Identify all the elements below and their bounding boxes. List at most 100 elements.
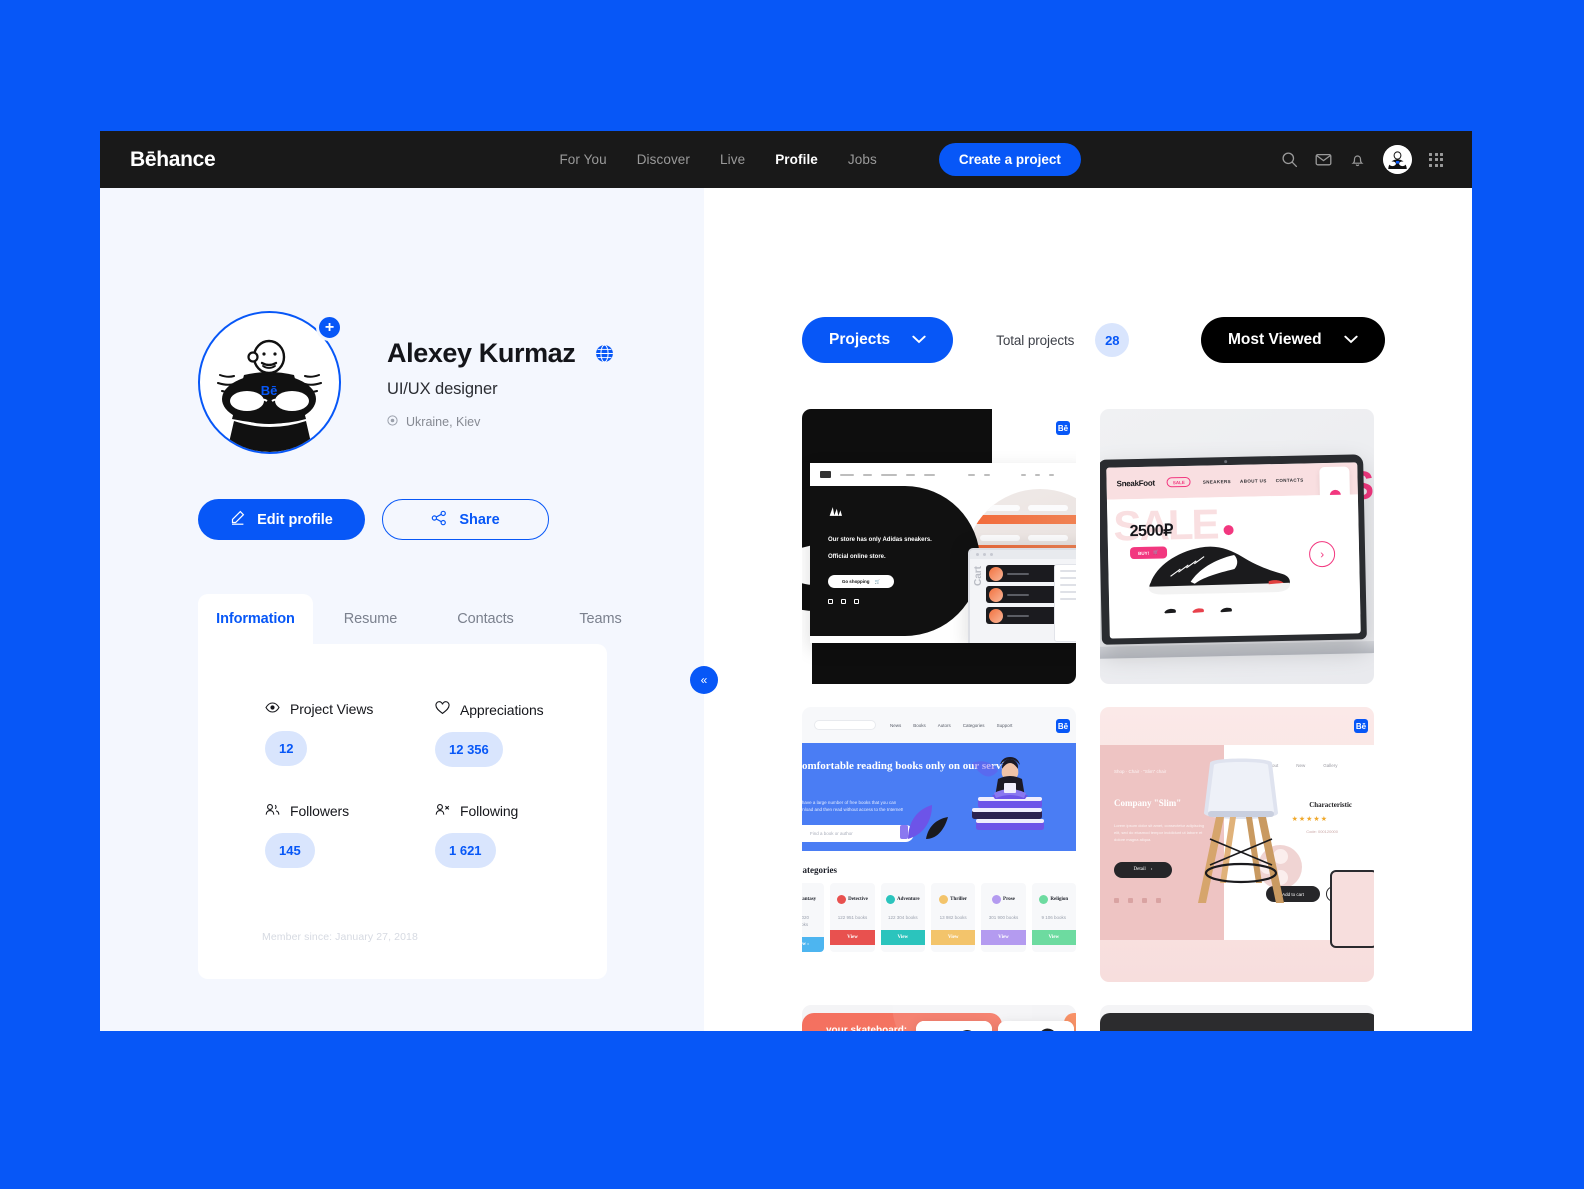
- heart-icon: [435, 701, 450, 718]
- stat-appreciations-label: Appreciations: [460, 701, 544, 718]
- webcam-dot: [1224, 460, 1228, 464]
- reading-girl-illustration: [972, 757, 1044, 830]
- menu-item: News: [890, 722, 902, 728]
- project-card-slim-chair[interactable]: Bē Shop · Chair · "Slim" chair Company "…: [1100, 707, 1374, 982]
- category-count: 301 900 books: [988, 915, 1019, 920]
- books-section-title: Categories: [802, 865, 837, 875]
- chair-detail-label: Detail: [1133, 867, 1146, 873]
- stat-project-views-label: Project Views: [290, 701, 374, 717]
- laptop-screen: SneakFoot SALE SNEAKERS ABOUT US CONTACT…: [1106, 462, 1361, 639]
- behance-badge: Bē: [1056, 421, 1070, 435]
- search-icon[interactable]: [1281, 151, 1298, 168]
- menu-item: ABOUT US: [1239, 477, 1267, 484]
- projects-filter-button[interactable]: Projects: [802, 317, 954, 363]
- chair-code: Code: 000120000: [1306, 829, 1338, 834]
- nav-actions: [1281, 145, 1443, 174]
- chair-characteristic-title: Characteristic: [1309, 801, 1352, 809]
- tab-resume[interactable]: Resume: [313, 594, 428, 645]
- svg-text:Bē: Bē: [261, 383, 278, 398]
- sneakfoot-menu: SNEAKERS ABOUT US CONTACTS: [1203, 477, 1304, 484]
- eye-icon: [265, 701, 280, 717]
- behance-logo[interactable]: Bēhance: [130, 148, 216, 172]
- page-title: Alexey Kurmaz: [387, 338, 576, 368]
- chair-detail-button: Detail ›: [1114, 861, 1172, 878]
- stat-following-label: Following: [460, 803, 519, 819]
- mockup-copy-block: Our store has only Adidas sneakers. Offi…: [810, 486, 980, 636]
- skate-mobile-mockup: ADD TO CART🛒 ♡: [916, 1021, 992, 1031]
- project-card-adidas-store[interactable]: Bē Our store has only Adidas sneakers. O…: [802, 409, 1076, 684]
- menu-item: Books: [913, 722, 926, 728]
- collapse-sidebar-button[interactable]: «: [690, 666, 718, 694]
- laptop-mockup: SneakFoot SALE SNEAKERS ABOUT US CONTACT…: [1100, 454, 1367, 645]
- cart-label: Cart: [973, 565, 984, 586]
- primary-nav: For You Discover Live Profile Jobs Creat…: [559, 143, 1081, 176]
- stat-followers: Followers 145: [265, 803, 435, 868]
- nav-item-profile[interactable]: Profile: [775, 152, 818, 167]
- edit-profile-button[interactable]: Edit profile: [198, 499, 365, 540]
- category-count: 122 304 books: [888, 915, 918, 920]
- kurmaz-panel: Kurmaz Kharkiv Pages Portfolio About us …: [1100, 1013, 1374, 1031]
- category-cta: View: [830, 929, 875, 945]
- projects-grid: Bē Our store has only Adidas sneakers. O…: [704, 363, 1472, 1031]
- mockup-navbar: [810, 463, 1076, 486]
- profile-location-label: Ukraine, Kiev: [406, 415, 481, 429]
- avatar[interactable]: [1383, 145, 1412, 174]
- stat-project-views: Project Views 12: [265, 701, 435, 767]
- category-card: Detective 122 951 books View: [830, 883, 875, 952]
- menu-item: Support: [996, 722, 1013, 728]
- stat-appreciations-value: 12 356: [435, 732, 503, 767]
- next-arrow-icon: ›: [1308, 540, 1336, 568]
- category-card: Thriller 13 982 books View: [930, 883, 976, 952]
- adidas-logo-icon: [829, 507, 842, 516]
- share-button[interactable]: Share: [382, 499, 549, 540]
- profile-location: Ukraine, Kiev: [387, 415, 614, 429]
- menu-item: SNEAKERS: [1202, 478, 1232, 485]
- project-card-books-service[interactable]: Bē News Books Autors Categories Support …: [802, 707, 1076, 982]
- top-navbar: Bēhance For You Discover Live Profile Jo…: [100, 131, 1472, 188]
- category-cta: View: [1031, 929, 1076, 945]
- mail-icon[interactable]: [1315, 151, 1332, 168]
- location-pin-icon: [387, 415, 398, 429]
- skateboard-photo: [916, 1021, 992, 1031]
- tab-teams[interactable]: Teams: [543, 594, 658, 645]
- tab-information[interactable]: Information: [198, 594, 313, 645]
- category-count: 13 982 books: [939, 915, 967, 920]
- add-avatar-button[interactable]: +: [316, 314, 343, 341]
- category-card: Adventure 122 304 books View: [880, 883, 925, 952]
- edit-profile-label: Edit profile: [257, 511, 333, 528]
- project-card-kurmaz-kharkiv[interactable]: Kurmaz Kharkiv Pages Portfolio About us …: [1100, 1005, 1374, 1031]
- hotspot-dot: [1223, 524, 1234, 536]
- mockup-subline: Official online store.: [828, 554, 886, 560]
- bell-icon[interactable]: [1349, 151, 1366, 168]
- project-card-skateboard[interactable]: your skateboard:: [802, 1005, 1076, 1031]
- browser-chrome: [970, 550, 1076, 559]
- profile-tabs: Information Resume Contacts Teams: [198, 594, 704, 645]
- apps-grid-icon[interactable]: [1429, 152, 1443, 167]
- nav-item-for-you[interactable]: For You: [559, 152, 606, 167]
- globe-icon[interactable]: [595, 344, 614, 363]
- mockup-cta-label: Go shopping: [841, 579, 870, 584]
- stat-followers-value: 145: [265, 833, 315, 868]
- mockup-cta: Go shopping 🛒: [828, 575, 894, 588]
- category-count: 122 951 books: [837, 915, 868, 920]
- stat-followers-label-row: Followers: [265, 803, 435, 819]
- category-cta: View: [981, 929, 1026, 945]
- cart-mockup: Cart: [968, 548, 1076, 643]
- nav-item-live[interactable]: Live: [720, 152, 745, 167]
- category-card: Religion 9 106 books View: [1031, 883, 1076, 952]
- nav-item-jobs[interactable]: Jobs: [848, 152, 877, 167]
- project-card-sneakfoot[interactable]: S SneakFoot SALE SNEAKERS ABOUT US: [1100, 409, 1374, 684]
- stat-followers-label: Followers: [290, 803, 350, 819]
- category-cta: View: [930, 929, 976, 945]
- stats-grid: Project Views 12 Appreciations 12 356 Fo…: [198, 701, 607, 868]
- sort-button[interactable]: Most Viewed: [1201, 317, 1385, 363]
- chevron-down-icon: [912, 331, 926, 349]
- following-icon: [435, 803, 450, 819]
- sort-label: Most Viewed: [1228, 331, 1322, 348]
- category-card: Fantasy 94 020books View ›: [802, 883, 825, 952]
- tab-contacts[interactable]: Contacts: [428, 594, 543, 645]
- create-project-button[interactable]: Create a project: [938, 143, 1081, 176]
- total-projects-count: 28: [1095, 323, 1130, 357]
- stat-following-value: 1 621: [435, 833, 496, 868]
- nav-item-discover[interactable]: Discover: [637, 152, 690, 167]
